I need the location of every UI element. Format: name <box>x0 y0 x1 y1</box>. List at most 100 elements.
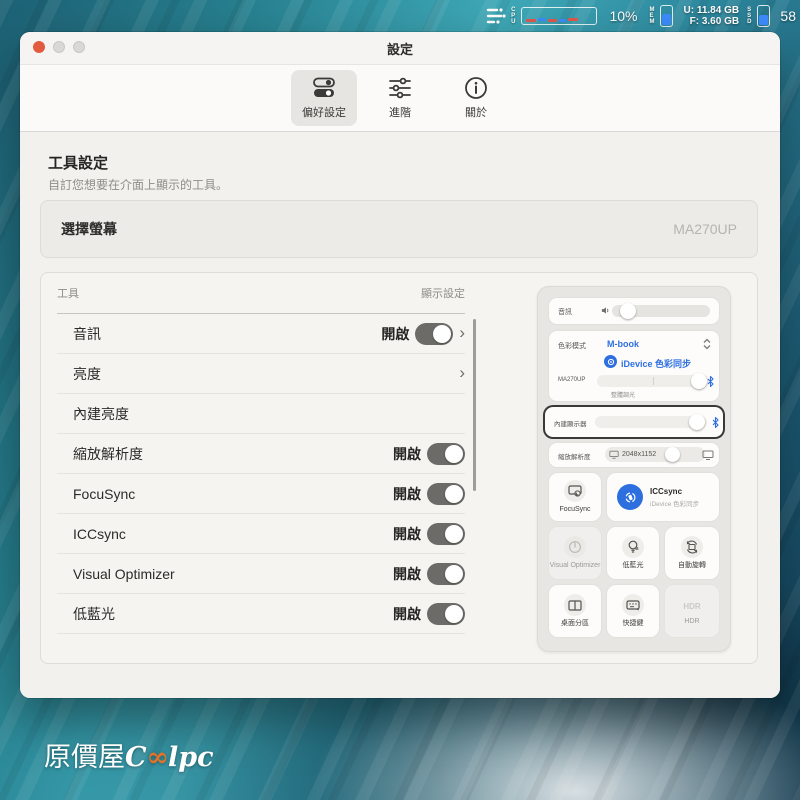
rotate-icon <box>681 536 703 558</box>
mem-label: MEM <box>649 7 654 25</box>
preview-volume-slider[interactable] <box>612 305 710 317</box>
monitor-brightness-knob[interactable] <box>691 373 707 389</box>
preview-builtin-card[interactable]: 內建顯示器 <box>545 407 723 437</box>
split-screen-icon <box>564 594 586 616</box>
bulb-icon: B <box>622 536 644 558</box>
phone-sync-icon <box>617 484 643 510</box>
preview-card--[interactable]: 快捷鍵 <box>607 585 659 637</box>
menubar-mem-widget[interactable]: MEM U: 11.84 GB F: 3.60 GB <box>649 5 743 27</box>
menubar-cpu-widget[interactable]: CPU 10% <box>511 7 645 25</box>
monitor-name-label: MA270UP <box>558 377 585 383</box>
mem-values: U: 11.84 GB F: 3.60 GB <box>683 5 739 27</box>
minimize-button[interactable] <box>53 41 65 53</box>
tab-preferences[interactable]: 偏好設定 <box>291 70 357 126</box>
tab-advanced[interactable]: 進階 <box>367 70 433 126</box>
menubar-ssd-widget[interactable]: SSD 58 <box>747 5 796 27</box>
tool-row-7[interactable]: 低藍光開啟 <box>57 594 465 634</box>
bluetooth-icon <box>712 417 719 428</box>
preview-card-iccsync[interactable]: ICCsynciDevice 色彩同步 <box>607 473 719 521</box>
preview-card--[interactable]: 自動旋轉 <box>665 527 719 579</box>
screen-select-value: MA270UP <box>673 221 737 237</box>
tool-row-label: 縮放解析度 <box>73 444 143 464</box>
tab-about[interactable]: 關於 <box>443 70 509 126</box>
title-bar[interactable]: 設定 <box>20 32 780 64</box>
tool-row-controls: 開啟 <box>393 483 465 505</box>
builtin-display-label: 內建顯示器 <box>554 418 587 428</box>
color-mode-value[interactable]: M-book <box>607 339 639 349</box>
toggle-switch[interactable] <box>427 483 465 505</box>
scaling-value: 2048x1152 <box>622 451 656 458</box>
scaling-slider[interactable]: 2048x1152 <box>605 447 705 462</box>
sliders-icon <box>485 7 507 25</box>
toggle-switch[interactable] <box>427 443 465 465</box>
preferences-content: 工具設定 自訂您想要在介面上顯示的工具。 選擇螢幕 MA270UP 工具 顯示設… <box>20 132 780 698</box>
preview-card-visual-optimizer[interactable]: Visual Optimizer <box>549 527 601 579</box>
tool-row-0[interactable]: 音訊開啟› <box>57 314 465 354</box>
tool-row-6[interactable]: Visual Optimizer開啟 <box>57 554 465 594</box>
scrollbar-thumb[interactable] <box>473 319 476 491</box>
power-circle-icon <box>564 536 586 558</box>
preview-color-card: 色彩模式 M-book iDevice 色彩同步 MA270UP <box>549 331 719 401</box>
card-label: Visual Optimizer <box>550 562 601 570</box>
toggle-state-label: 開啟 <box>393 564 421 584</box>
volume-knob[interactable] <box>620 303 636 319</box>
color-mode-label: 色彩模式 <box>558 341 586 351</box>
svg-text:B: B <box>635 546 639 551</box>
screen-select-label: 選擇螢幕 <box>61 219 117 239</box>
tool-row-2[interactable]: 內建亮度 <box>57 394 465 434</box>
preview-panel: 音訊 色彩模式 M-book <box>537 286 731 652</box>
preview-card--[interactable]: 桌面分區 <box>549 585 601 637</box>
close-button[interactable] <box>33 41 45 53</box>
menu-bar: CPU 10% MEM U: 11.84 GB F: 3.60 GB SSD 5… <box>0 0 800 32</box>
section-title: 工具設定 <box>48 152 108 173</box>
monitor-brightness-slider[interactable] <box>597 375 709 387</box>
toggle-state-label: 開啟 <box>393 524 421 544</box>
bluetooth-icon <box>707 376 714 387</box>
tools-panel: 工具 顯示設定 音訊開啟›亮度›內建亮度縮放解析度開啟FocuSync開啟ICC… <box>40 272 758 664</box>
toggle-switch[interactable] <box>427 603 465 625</box>
tool-row-3[interactable]: 縮放解析度 開啟 <box>57 434 465 474</box>
toggles-icon <box>311 76 337 100</box>
stepper-icon[interactable] <box>703 338 711 350</box>
cpu-label: CPU <box>511 7 515 25</box>
ssd-label: SSD <box>747 7 751 25</box>
toggle-state-label: 開啟 <box>393 604 421 624</box>
tool-row-controls: 開啟 <box>393 523 465 545</box>
card-text: ICCsynciDevice 色彩同步 <box>650 487 699 508</box>
display-small-icon <box>609 450 619 459</box>
idevice-sync-text[interactable]: iDevice 色彩同步 <box>621 357 691 370</box>
zoom-button[interactable] <box>73 41 85 53</box>
preview-audio-card: 音訊 <box>549 298 719 324</box>
tools-header-right: 顯示設定 <box>421 285 465 301</box>
toggle-state-label: 開啟 <box>393 484 421 504</box>
builtin-brightness-knob[interactable] <box>689 414 705 430</box>
tool-row-4[interactable]: FocuSync開啟 <box>57 474 465 514</box>
cpu-percent: 10% <box>609 8 637 24</box>
sliders-icon <box>387 76 413 100</box>
tool-row-1[interactable]: 亮度› <box>57 354 465 394</box>
preview-card-focusync[interactable]: FocuSync <box>549 473 601 521</box>
toggle-switch[interactable] <box>427 523 465 545</box>
watermark-cjk: 原價屋 <box>44 742 125 773</box>
screen-select-row[interactable]: 選擇螢幕 MA270UP <box>40 200 758 258</box>
section-subtitle: 自訂您想要在介面上顯示的工具。 <box>48 176 228 193</box>
card-label: 自動旋轉 <box>678 562 706 570</box>
tab-label: 關於 <box>465 104 487 120</box>
chevron-right-icon: › <box>459 324 465 341</box>
toggle-switch[interactable] <box>427 563 465 585</box>
builtin-brightness-slider[interactable] <box>595 416 707 428</box>
coolpc-watermark: 原價屋C∞lpc <box>44 735 214 774</box>
toggle-state-label: 開啟 <box>393 444 421 464</box>
toggle-switch[interactable] <box>415 323 453 345</box>
card-label: HDR <box>684 618 699 626</box>
desktop: CPU 10% MEM U: 11.84 GB F: 3.60 GB SSD 5… <box>0 0 800 800</box>
preview-card-hdr[interactable]: HDRHDR <box>665 585 719 637</box>
tools-header-left: 工具 <box>57 285 79 301</box>
tool-row-label: 內建亮度 <box>73 404 129 424</box>
card-label: FocuSync <box>559 506 590 514</box>
scaling-knob[interactable] <box>665 447 680 462</box>
preview-card--[interactable]: B低藍光 <box>607 527 659 579</box>
tool-row-5[interactable]: ICCsync開啟 <box>57 514 465 554</box>
menubar-app-icon[interactable] <box>485 7 507 25</box>
tool-row-controls: 開啟 <box>393 603 465 625</box>
